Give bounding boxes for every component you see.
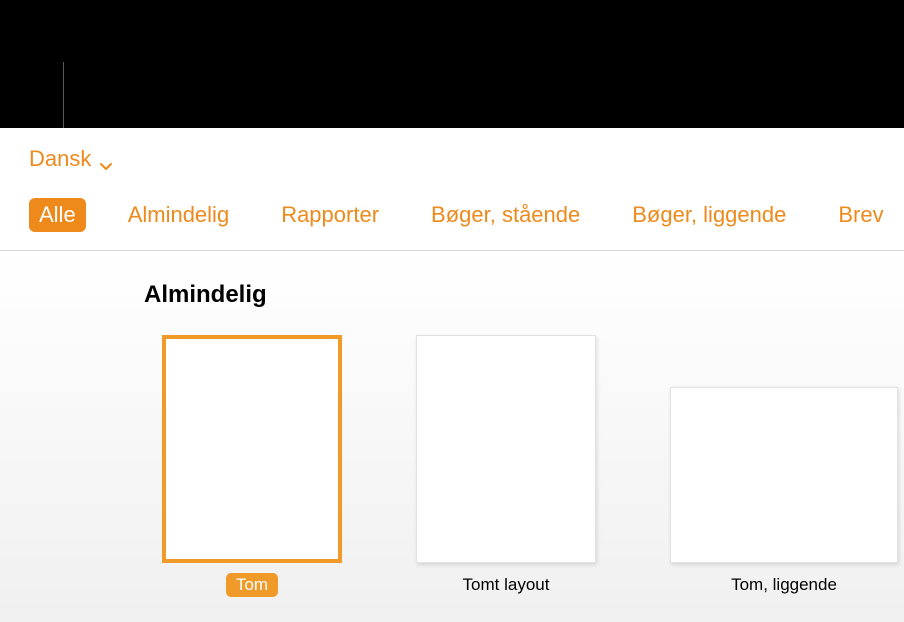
tab-rapporter[interactable]: Rapporter [271, 198, 389, 232]
section-title: Almindelig [144, 281, 267, 309]
content-area: Almindelig Tom Tomt layout Tom, liggende [0, 251, 904, 622]
templates-row: Tom Tomt layout Tom, liggende [162, 335, 898, 597]
tab-brev[interactable]: Brev [828, 198, 893, 232]
callout-line [63, 62, 64, 128]
template-label-tomt-layout: Tomt layout [453, 573, 560, 597]
template-label-tom-liggende: Tom, liggende [721, 573, 847, 597]
top-black-area [0, 0, 904, 128]
template-thumb-tom [162, 335, 342, 563]
template-tomt-layout[interactable]: Tomt layout [416, 335, 596, 597]
tab-boger-liggende[interactable]: Bøger, liggende [622, 198, 796, 232]
language-label: Dansk [29, 146, 91, 172]
language-selector[interactable]: Dansk [29, 146, 113, 172]
template-thumb-tom-liggende [670, 387, 898, 563]
tab-boger-staende[interactable]: Bøger, stående [421, 198, 590, 232]
template-label-tom: Tom [226, 573, 278, 597]
tab-almindelig[interactable]: Almindelig [118, 198, 240, 232]
template-tom[interactable]: Tom [162, 335, 342, 597]
template-thumb-tomt-layout [416, 335, 596, 563]
template-tom-liggende[interactable]: Tom, liggende [670, 387, 898, 597]
chevron-down-icon [99, 154, 113, 168]
tab-alle[interactable]: Alle [29, 198, 86, 232]
category-tabs: Alle Almindelig Rapporter Bøger, stående… [29, 198, 894, 232]
template-chooser-panel: Dansk Alle Almindelig Rapporter Bøger, s… [0, 128, 904, 622]
